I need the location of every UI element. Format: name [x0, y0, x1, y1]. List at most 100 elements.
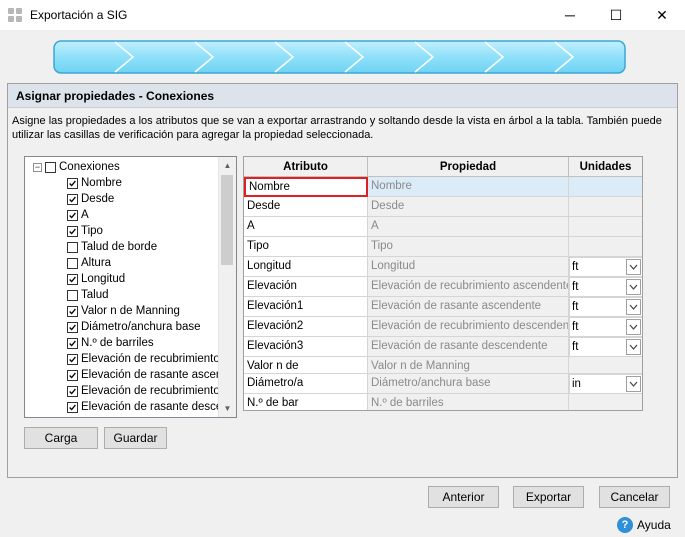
tree-item[interactable]: Talud	[67, 287, 109, 303]
units-dropdown[interactable]: ft	[569, 277, 642, 297]
units-dropdown[interactable]: ft	[569, 257, 642, 277]
cell-attribute[interactable]: Diámetro/a	[244, 374, 368, 394]
cell-property[interactable]: Elevación de rasante ascendente	[368, 297, 569, 317]
cell-attribute[interactable]: Tipo	[244, 237, 368, 257]
units-dropdown[interactable]: ft	[569, 317, 642, 337]
scroll-up-icon[interactable]: ▲	[219, 157, 236, 174]
cell-property[interactable]: Tipo	[368, 237, 569, 257]
scroll-down-icon[interactable]: ▼	[219, 400, 236, 417]
cell-attribute[interactable]: Valor n de	[244, 357, 368, 374]
property-tree[interactable]: − Conexiones Nombre Desde A Tipo Talud de bord…	[24, 156, 237, 418]
tree-item-label: Diámetro/anchura base	[81, 321, 201, 333]
cell-property[interactable]: Elevación de recubrimiento descendente	[368, 317, 569, 337]
cell-property[interactable]: Elevación de rasante descendente	[368, 337, 569, 357]
help-link[interactable]: ? Ayuda	[617, 516, 671, 534]
tree-item[interactable]: Elevación de recubrimiento descendente	[67, 383, 236, 399]
checkbox[interactable]	[67, 289, 78, 301]
minimize-button[interactable]: ─	[547, 0, 593, 30]
checkbox[interactable]	[67, 305, 78, 317]
tree-item[interactable]: Talud de borde	[67, 239, 157, 255]
chevron-down-icon[interactable]	[626, 339, 641, 355]
tree-item[interactable]: Elevación de recubrimiento ascendente	[67, 351, 236, 367]
checkbox[interactable]	[67, 273, 78, 285]
chevron-down-icon[interactable]	[626, 299, 641, 315]
cell-property[interactable]: Nombre	[368, 177, 569, 197]
scroll-thumb[interactable]	[221, 175, 233, 265]
cancel-button[interactable]: Cancelar	[599, 486, 670, 508]
tree-item-label: Longitud	[81, 273, 126, 285]
tree-item[interactable]: Valor n de Manning	[67, 303, 180, 319]
header-units[interactable]: Unidades	[569, 157, 642, 177]
tree-item[interactable]: Tipo	[67, 223, 103, 239]
cell-attribute[interactable]: N.º de bar	[244, 394, 368, 410]
units-value: in	[572, 378, 581, 390]
export-button[interactable]: Exportar	[513, 486, 584, 508]
tree-item[interactable]: A	[67, 207, 89, 223]
load-button[interactable]: Carga	[24, 427, 98, 449]
checkbox[interactable]	[67, 321, 78, 333]
tree-item-label: Altura	[81, 257, 112, 269]
cell-attribute[interactable]: Longitud	[244, 257, 368, 277]
maximize-button[interactable]: ☐	[593, 0, 639, 30]
save-button[interactable]: Guardar	[104, 427, 167, 449]
chevron-down-icon[interactable]	[626, 279, 641, 295]
cell-attribute[interactable]: Elevación3	[244, 337, 368, 357]
cell-attribute[interactable]: Elevación2	[244, 317, 368, 337]
cell-units	[569, 177, 642, 197]
checkbox[interactable]	[67, 241, 78, 253]
cell-attribute[interactable]: Desde	[244, 197, 368, 217]
attribute-table[interactable]: Atributo Propiedad Unidades Nombre Nombre…	[243, 156, 643, 411]
cell-property[interactable]: N.º de barriles	[368, 394, 569, 410]
tree-item[interactable]: Elevación de rasante descendente	[67, 399, 236, 415]
tree-item[interactable]: Elevación de rasante ascendente	[67, 367, 237, 383]
cell-property[interactable]: A	[368, 217, 569, 237]
tree-item[interactable]: Longitud	[67, 271, 125, 287]
checkbox[interactable]	[67, 177, 78, 189]
cell-attribute[interactable]: Elevación	[244, 277, 368, 297]
tree-item[interactable]: N.º de barriles	[67, 335, 154, 351]
tree-scrollbar[interactable]: ▲ ▼	[218, 157, 236, 417]
cell-units	[569, 357, 642, 374]
units-dropdown[interactable]: ft	[569, 297, 642, 317]
units-value: ft	[572, 261, 579, 273]
tree-item[interactable]: Altura	[67, 255, 111, 271]
checkbox[interactable]	[45, 161, 56, 173]
cell-property[interactable]: Diámetro/anchura base	[368, 374, 569, 394]
tree-item[interactable]: Nombre	[67, 175, 122, 191]
header-attribute[interactable]: Atributo	[244, 157, 368, 177]
checkbox[interactable]	[67, 401, 78, 413]
collapse-icon[interactable]: −	[33, 162, 42, 172]
units-value: ft	[572, 301, 579, 313]
chevron-down-icon[interactable]	[626, 319, 641, 335]
tree-root-conexiones[interactable]: − Conexiones	[33, 159, 120, 175]
cell-property[interactable]: Desde	[368, 197, 569, 217]
cell-attribute[interactable]: A	[244, 217, 368, 237]
units-dropdown[interactable]: in	[569, 374, 642, 394]
header-property[interactable]: Propiedad	[368, 157, 569, 177]
cell-property[interactable]: Longitud	[368, 257, 569, 277]
checkbox[interactable]	[67, 257, 78, 269]
close-button[interactable]: ✕	[639, 0, 685, 30]
tree-item-label: Elevación de rasante descendente	[81, 401, 236, 413]
tree-item[interactable]: Diámetro/anchura base	[67, 319, 201, 335]
cell-property[interactable]: Elevación de recubrimiento ascendente	[368, 277, 569, 297]
checkbox[interactable]	[67, 337, 78, 349]
checkbox[interactable]	[67, 193, 78, 205]
window-title: Exportación a SIG	[30, 8, 128, 22]
checkbox[interactable]	[67, 209, 78, 221]
chevron-down-icon[interactable]	[626, 376, 641, 392]
tree-item[interactable]: Desde	[67, 191, 114, 207]
previous-button[interactable]: Anterior	[428, 486, 499, 508]
tree-item-label: Valor n de Manning	[81, 305, 180, 317]
cell-attribute[interactable]: Elevación1	[244, 297, 368, 317]
tree-item-label: Elevación de rasante ascendente	[81, 369, 237, 381]
checkbox[interactable]	[67, 369, 78, 381]
checkbox[interactable]	[67, 385, 78, 397]
cell-property[interactable]: Valor n de Manning	[368, 357, 569, 374]
chevron-down-icon[interactable]	[626, 259, 641, 275]
cell-attribute[interactable]: Nombre	[244, 177, 368, 197]
units-dropdown[interactable]: ft	[569, 337, 642, 357]
cell-units	[569, 237, 642, 257]
checkbox[interactable]	[67, 353, 78, 365]
checkbox[interactable]	[67, 225, 78, 237]
